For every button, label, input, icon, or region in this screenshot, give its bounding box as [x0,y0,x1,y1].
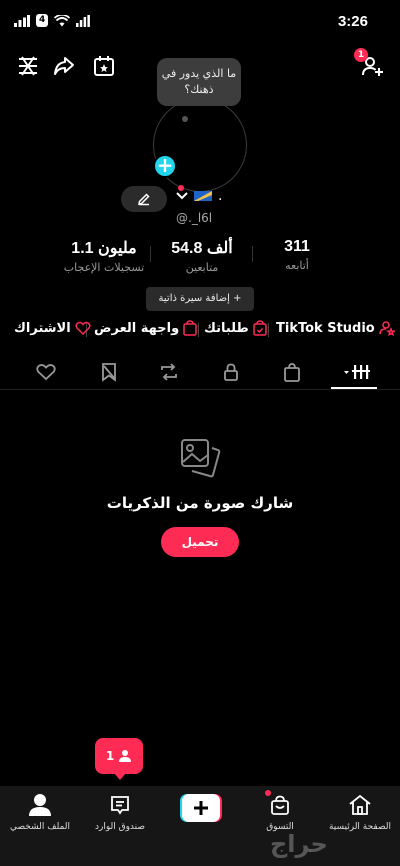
following-count: 311 [284,238,310,255]
profile-avatar[interactable] [153,98,247,192]
nav-inbox[interactable]: صندوق الوارد [80,792,160,832]
order-bag-icon [252,320,267,336]
tiktok-studio-link[interactable]: TikTok Studio [276,320,395,336]
following-stat[interactable]: 311 أتابعه [278,238,316,272]
orders-link[interactable]: طلباتك [204,320,267,336]
inbox-icon [111,796,129,815]
status-bar: 4 3:26 [0,0,400,44]
repost-icon [161,363,177,381]
add-story-button[interactable]: + [153,154,177,178]
shopping-bag-tab-icon [284,363,300,382]
likes-stat[interactable]: 1.1 مليون تسجيلات الإعجاب [56,238,152,274]
showcase-link[interactable]: واجهة العرض [94,320,197,336]
creator-calendar-button[interactable] [90,52,118,80]
chevron-down-icon [176,192,188,200]
create-button[interactable] [180,794,222,822]
new-followers-tooltip[interactable]: 1 [95,738,143,774]
bubble-tail [182,116,188,122]
home-icon [349,794,371,815]
following-label: أتابعه [285,259,309,272]
network-badge: 4 [36,14,49,27]
grid-dropdown-icon [344,365,370,379]
likes-label: تسجيلات الإعجاب [63,261,145,274]
display-name: . [218,188,223,204]
followers-stat[interactable]: 54.8 ألف متابعين [160,238,244,274]
tab-private[interactable] [219,360,243,384]
tab-favorites[interactable] [97,360,121,384]
signal-bars-icon [14,14,30,27]
bookmark-icon [102,363,116,382]
calendar-star-icon [94,56,114,76]
status-time: 3:26 [337,13,368,30]
person-star-icon [379,321,395,336]
signal-strength-icon [76,14,91,27]
tab-reposts[interactable] [157,360,181,384]
username: @._l6l [176,211,213,225]
pencil-icon [138,193,150,206]
shopping-bag-icon [183,320,197,336]
likes-count: 1.1 مليون [71,240,137,257]
shop-bag-icon [271,795,289,815]
subscription-heart-icon [75,321,91,336]
nav-profile[interactable]: الملف الشخصي [0,792,80,832]
notification-badge: 1 [354,48,368,62]
lock-icon [224,363,238,381]
flag-emoji-icon [194,191,212,201]
nav-shop[interactable]: التسوق [240,792,320,832]
wifi-icon [54,14,71,26]
tab-shop[interactable] [280,360,304,384]
subscription-link[interactable]: الاشتراك [14,320,91,336]
share-arrow-icon [54,57,74,75]
thought-bubble[interactable]: ما الذي يدور في ذهنك؟ [157,58,241,106]
edit-profile-button[interactable] [121,186,167,212]
watermark-logo: حراج [270,830,328,858]
photos-icon [181,439,221,478]
scan-icon [19,56,37,76]
tab-videos[interactable] [342,360,376,384]
empty-state-title: شارك صورة من الذكريات [106,494,294,512]
bottom-navigation: الملف الشخصي صندوق الوارد التسوق الصفحة … [0,786,400,866]
share-profile-button[interactable] [50,52,78,80]
tab-liked[interactable] [34,360,58,384]
add-friends-button[interactable]: 1 [354,48,386,80]
display-name-row[interactable]: . [176,188,222,204]
profile-icon [29,794,51,816]
upload-button[interactable]: تحميل [161,527,239,557]
followers-count: 54.8 ألف [171,240,233,257]
nav-home[interactable]: الصفحة الرئيسية [320,792,400,832]
heart-lock-icon [36,364,56,381]
add-bio-button[interactable]: إضافة سيرة ذاتية + [146,287,254,311]
qr-scan-button[interactable] [14,52,42,80]
person-icon [119,750,132,762]
followers-label: متابعين [185,261,219,274]
